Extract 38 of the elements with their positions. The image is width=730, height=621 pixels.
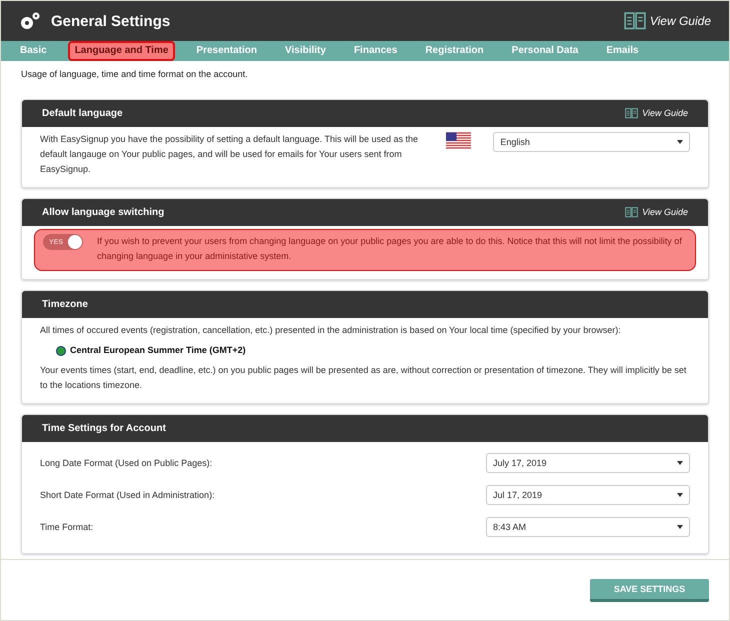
card-title: Default language bbox=[42, 108, 123, 119]
book-icon bbox=[625, 108, 638, 120]
tab[interactable]: Presentation bbox=[189, 41, 264, 61]
format-select[interactable]: July 17, 2019 bbox=[486, 453, 690, 473]
tab[interactable]: Language and Time bbox=[68, 41, 176, 61]
page-description: Usage of language, time and time format on the account. bbox=[20, 68, 249, 81]
description-text: All times of occured events (registration, cancellation, etc.) presented in the administration is based on Your local time (specified by your browser): bbox=[40, 324, 622, 337]
format-select[interactable]: 8:43 AM bbox=[486, 517, 690, 537]
book-icon bbox=[624, 12, 646, 30]
note-text: Your events times (start, end, deadline, etc.) on you public pages will be presented as are, without correction or presentation of timezone. They will implicitly be set to the locations timezone. bbox=[40, 364, 688, 392]
caret-icon bbox=[677, 140, 683, 144]
caret-icon bbox=[677, 525, 683, 529]
view-guide-link[interactable]: View Guide bbox=[625, 108, 688, 120]
description-text: If you wish to prevent your users from changing language on your public pages you are able to do this. Notice that this will not limit the possibility of changing language in your administative system. bbox=[97, 235, 683, 263]
tab[interactable]: Basic bbox=[13, 41, 54, 61]
tab[interactable]: Visibility bbox=[278, 41, 333, 61]
field-label: Time Format: bbox=[40, 520, 94, 534]
book-icon bbox=[625, 206, 638, 218]
tab[interactable]: Emails bbox=[599, 41, 646, 61]
view-guide-link[interactable]: View Guide bbox=[625, 206, 688, 218]
tab[interactable]: Personal Data bbox=[504, 41, 586, 61]
timezone-text: Central European Summer Time (GMT+2) bbox=[70, 344, 246, 357]
tab[interactable]: Finances bbox=[346, 41, 404, 61]
caret-icon bbox=[677, 493, 683, 497]
view-guide-link[interactable]: View Guide bbox=[624, 12, 711, 30]
field-label: Long Date Format (Used on Public Pages): bbox=[40, 456, 212, 470]
language-select[interactable]: English bbox=[493, 132, 690, 152]
field-label: Short Date Format (Used in Administration): bbox=[40, 488, 215, 502]
caret-icon bbox=[677, 461, 683, 465]
tab[interactable]: Registration bbox=[418, 41, 491, 61]
card-title: Timezone bbox=[42, 299, 88, 310]
window-title: General Settings bbox=[51, 12, 172, 30]
format-select[interactable]: Jul 17, 2019 bbox=[486, 485, 690, 505]
card-title: Allow language switching bbox=[42, 207, 164, 218]
card-title: Time Settings for Account bbox=[42, 423, 166, 434]
flag-icon bbox=[446, 132, 472, 150]
description-text: With EasySignup you have the possibility of setting a default language. This will be used as the default langauge on Your public pages, and will be used for emails for Your users sent from EasySignup. bbox=[40, 133, 420, 176]
save-button[interactable]: SAVE SETTINGS bbox=[590, 578, 709, 602]
